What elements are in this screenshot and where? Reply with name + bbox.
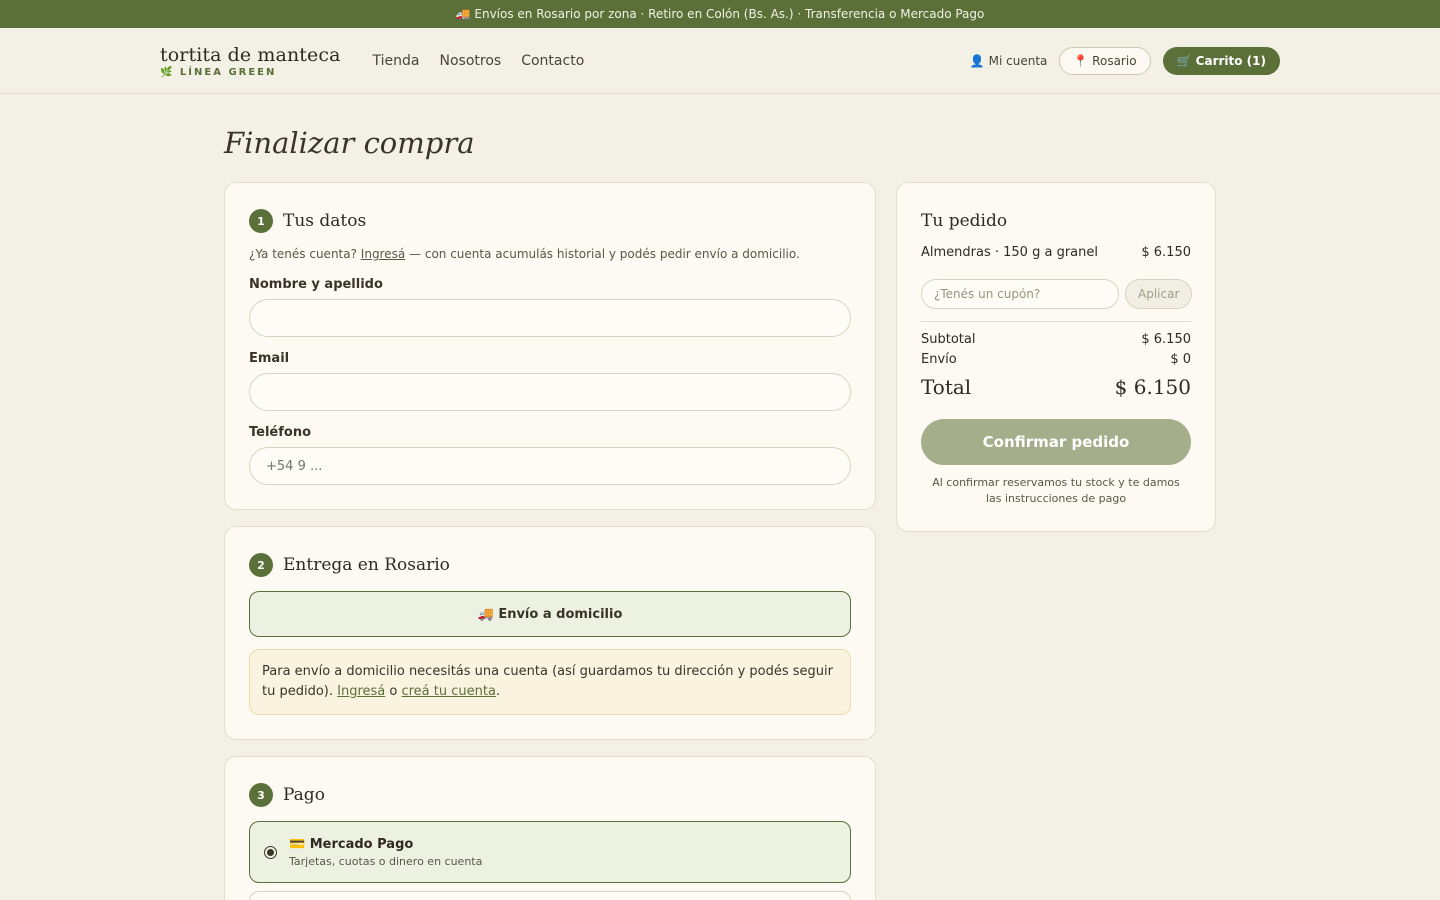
phone-label: Teléfono bbox=[249, 425, 312, 440]
brand-name: tortita de manteca bbox=[160, 43, 341, 66]
hint-prefix: ¿Ya tenés cuenta? bbox=[249, 247, 361, 261]
notice-end: . bbox=[495, 684, 501, 699]
delivery-option-label: 🚚 Envío a domicilio bbox=[477, 606, 623, 622]
section-entrega: 2 Entrega en Rosario 🚚 Envío a domicilio… bbox=[224, 526, 876, 740]
total-row: Total $ 6.150 bbox=[921, 375, 1191, 399]
order-summary: Tu pedido Almendras · 150 g a granel $ 6… bbox=[896, 182, 1216, 532]
section-title: Tus datos bbox=[283, 211, 367, 231]
name-label: Nombre y apellido bbox=[249, 277, 383, 292]
step-number: 2 bbox=[249, 553, 273, 577]
email-label: Email bbox=[249, 351, 290, 366]
account-hint: ¿Ya tenés cuenta? Ingresá — con cuenta a… bbox=[249, 247, 800, 261]
section-title: Entrega en Rosario bbox=[283, 555, 450, 575]
payment-option-title: 💳 Mercado Pago bbox=[289, 836, 414, 852]
notice-login-link[interactable]: Ingresá bbox=[337, 684, 385, 699]
step-number: 3 bbox=[249, 783, 273, 807]
name-input[interactable] bbox=[249, 299, 851, 337]
section-pago: 3 Pago 💳 Mercado Pago Tarjetas, cuotas o… bbox=[224, 756, 876, 900]
payment-option-next[interactable] bbox=[249, 891, 851, 900]
subtotal-row: Subtotal $ 6.150 bbox=[921, 332, 1191, 347]
total-label: Total bbox=[921, 375, 972, 399]
shipping-value: $ 0 bbox=[1170, 352, 1191, 367]
item-name: Almendras · 150 g a granel bbox=[921, 245, 1098, 260]
divider bbox=[921, 321, 1191, 322]
site-header: tortita de manteca 🌿 LÍNEA GREEN Tienda … bbox=[0, 28, 1440, 94]
confirm-footnote: Al confirmar reservamos tu stock y te da… bbox=[932, 476, 1180, 505]
item-price: $ 6.150 bbox=[1141, 245, 1191, 260]
nav-item-contacto[interactable]: Contacto bbox=[521, 53, 584, 69]
header-actions: 👤 Mi cuenta 📍 Rosario 🛒 Carrito (1) bbox=[970, 46, 1280, 75]
hint-suffix: — con cuenta acumulás historial y podés … bbox=[405, 247, 800, 261]
section-header: 3 Pago bbox=[249, 783, 325, 807]
location-button[interactable]: 📍 Rosario bbox=[1059, 46, 1151, 75]
coupon-row: ¿Tenés un cupón? Aplicar bbox=[921, 279, 1193, 309]
section-header: 1 Tus datos bbox=[249, 209, 366, 233]
subtotal-value: $ 6.150 bbox=[1141, 332, 1191, 347]
nav-item-nosotros[interactable]: Nosotros bbox=[440, 53, 502, 69]
email-input[interactable] bbox=[249, 373, 851, 411]
announcement-text: 🚚 Envíos en Rosario por zona · Retiro en… bbox=[455, 7, 985, 21]
account-required-notice: Para envío a domicilio necesitás una cue… bbox=[249, 649, 851, 715]
payment-option-text: 💳 Mercado Pago Tarjetas, cuotas o dinero… bbox=[289, 837, 482, 868]
payment-radio[interactable] bbox=[264, 845, 277, 859]
notice-register-link[interactable]: creá tu cuenta bbox=[401, 684, 495, 699]
section-tus-datos: 1 Tus datos ¿Ya tenés cuenta? Ingresá — … bbox=[224, 182, 876, 510]
shipping-row: Envío $ 0 bbox=[921, 352, 1191, 367]
subtotal-label: Subtotal bbox=[921, 332, 976, 347]
coupon-input[interactable]: ¿Tenés un cupón? bbox=[921, 279, 1119, 309]
phone-input[interactable] bbox=[249, 447, 851, 485]
order-item: Almendras · 150 g a granel $ 6.150 bbox=[921, 245, 1191, 260]
brand-subtitle: 🌿 LÍNEA GREEN bbox=[160, 66, 277, 78]
brand-logo[interactable]: tortita de manteca 🌿 LÍNEA GREEN bbox=[160, 44, 341, 78]
login-link[interactable]: Ingresá bbox=[361, 247, 405, 261]
page-title: Finalizar compra bbox=[224, 126, 475, 160]
apply-coupon-button[interactable]: Aplicar bbox=[1125, 279, 1193, 309]
shipping-label: Envío bbox=[921, 352, 957, 367]
payment-option-mercadopago[interactable]: 💳 Mercado Pago Tarjetas, cuotas o dinero… bbox=[249, 821, 851, 883]
section-header: 2 Entrega en Rosario bbox=[249, 553, 450, 577]
confirm-order-button[interactable]: Confirmar pedido bbox=[921, 419, 1191, 465]
total-value: $ 6.150 bbox=[1114, 375, 1191, 399]
payment-option-subtitle: Tarjetas, cuotas o dinero en cuenta bbox=[289, 854, 483, 868]
step-number: 1 bbox=[249, 209, 273, 233]
main-nav: Tienda Nosotros Contacto bbox=[373, 53, 585, 69]
summary-title: Tu pedido bbox=[921, 211, 1008, 231]
section-title: Pago bbox=[283, 785, 325, 805]
announcement-bar: 🚚 Envíos en Rosario por zona · Retiro en… bbox=[0, 0, 1440, 28]
account-link[interactable]: 👤 Mi cuenta bbox=[970, 54, 1048, 68]
nav-item-tienda[interactable]: Tienda bbox=[373, 53, 420, 69]
delivery-option-home[interactable]: 🚚 Envío a domicilio bbox=[249, 591, 851, 637]
notice-mid: o bbox=[385, 684, 402, 699]
cart-button[interactable]: 🛒 Carrito (1) bbox=[1162, 46, 1280, 75]
